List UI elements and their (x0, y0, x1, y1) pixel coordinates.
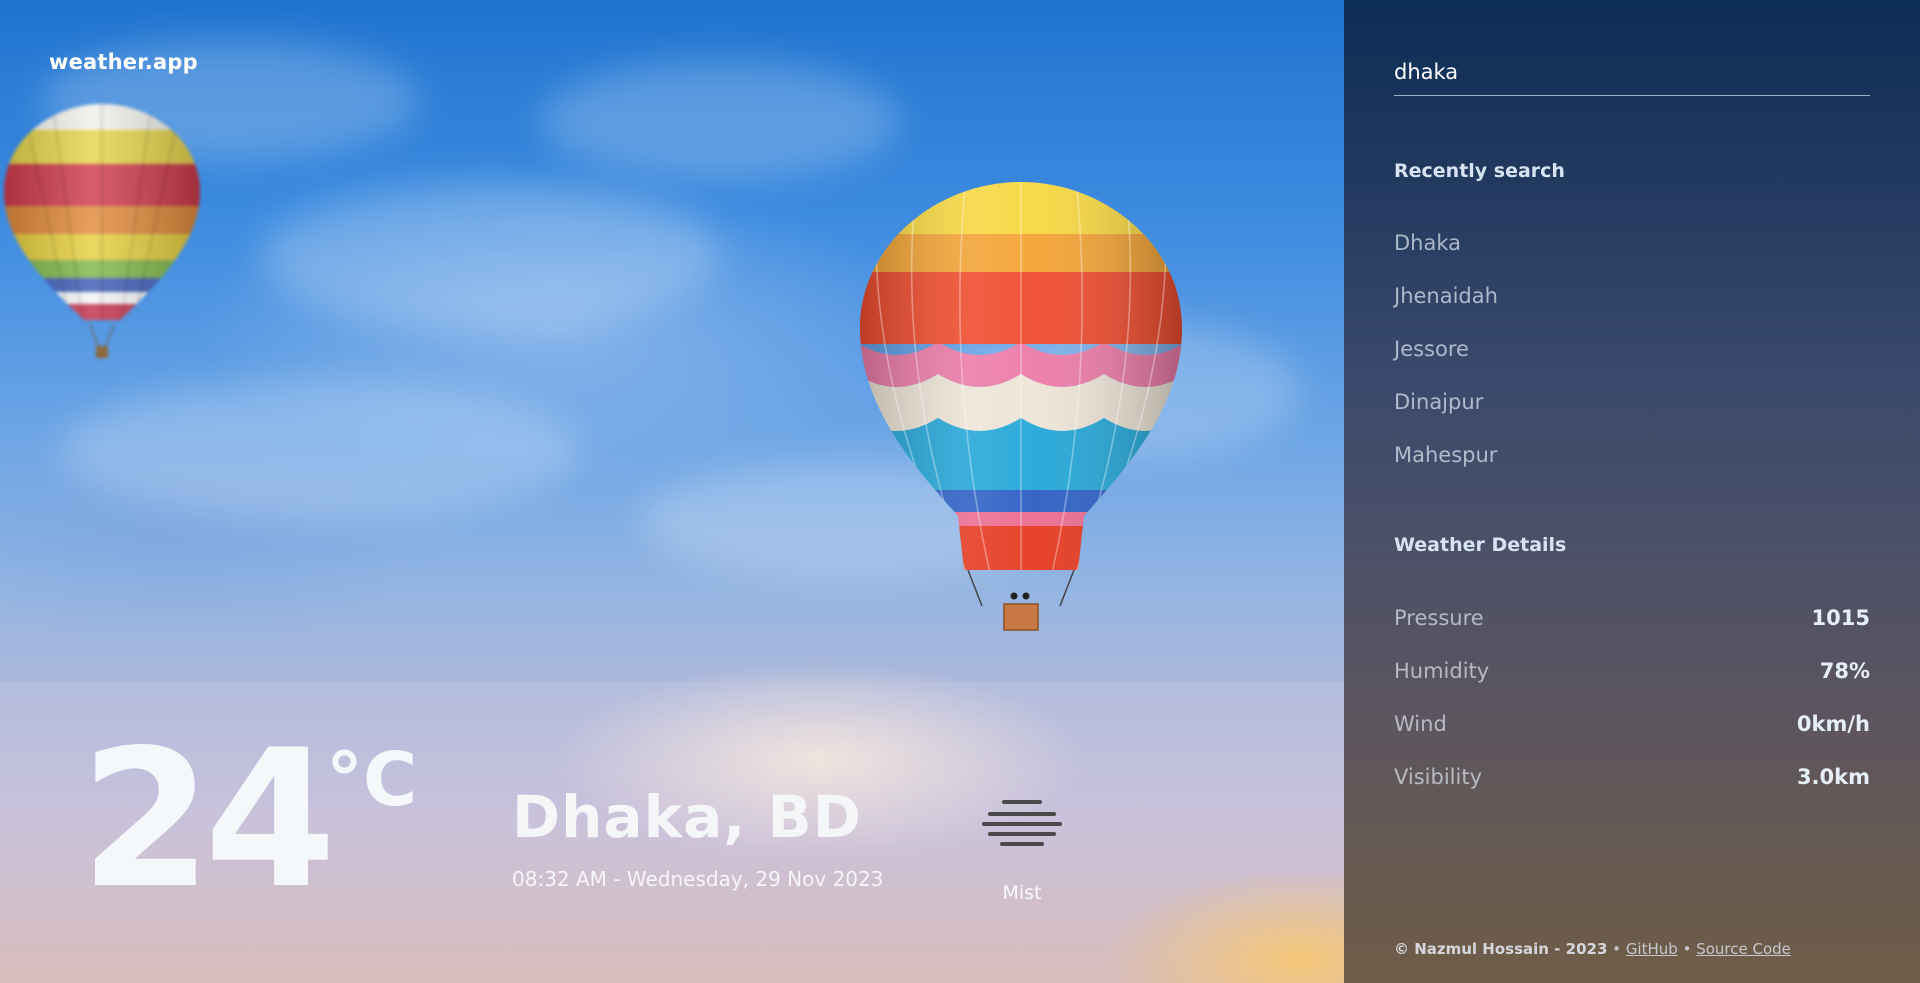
cloud-shape (60, 380, 580, 520)
recent-item-mahespur[interactable]: Mahespur (1394, 438, 1870, 491)
detail-value: 3.0km (1796, 765, 1870, 789)
hot-air-balloon-small-image (4, 104, 200, 358)
detail-row-pressure: Pressure 1015 (1394, 600, 1870, 653)
cloud-shape (540, 60, 900, 180)
detail-value: 1015 (1811, 606, 1870, 630)
city-search-input[interactable] (1394, 56, 1870, 88)
source-code-link[interactable]: Source Code (1696, 940, 1791, 958)
recent-search-list: Dhaka Jhenaidah Jessore Dinajpur Mahespu… (1394, 226, 1870, 491)
location-name: Dhaka, BD (512, 783, 862, 851)
weather-details-list: Pressure 1015 Humidity 78% Wind 0km/h Vi… (1394, 600, 1870, 812)
temperature-value: 24 (80, 709, 336, 930)
mist-icon (982, 800, 1062, 846)
detail-value: 0km/h (1796, 712, 1870, 736)
detail-label: Humidity (1394, 659, 1490, 683)
sidebar-panel: Recently search Dhaka Jhenaidah Jessore … (1344, 0, 1920, 983)
github-link[interactable]: GitHub (1626, 940, 1678, 958)
footer: © Nazmul Hossain - 2023 • GitHub • Sourc… (1394, 940, 1791, 958)
footer-separator: • (1612, 940, 1622, 958)
copyright-text: © Nazmul Hossain - 2023 (1394, 940, 1608, 958)
background-stage: weather.app 24 °C Dhaka, BD 08:32 AM - W… (0, 0, 1344, 983)
condition-label: Mist (1002, 882, 1042, 904)
recent-item-jhenaidah[interactable]: Jhenaidah (1394, 279, 1870, 332)
app-logo[interactable]: weather.app (49, 50, 198, 74)
local-datetime: 08:32 AM - Wednesday, 29 Nov 2023 (512, 867, 884, 891)
hot-air-balloon-image (860, 182, 1182, 631)
detail-label: Wind (1394, 712, 1447, 736)
detail-row-wind: Wind 0km/h (1394, 706, 1870, 759)
search-bar (1394, 56, 1870, 96)
detail-label: Pressure (1394, 606, 1484, 630)
recent-search-title: Recently search (1394, 160, 1565, 182)
detail-row-humidity: Humidity 78% (1394, 653, 1870, 706)
temperature-unit: °C (326, 737, 418, 823)
recent-item-dhaka[interactable]: Dhaka (1394, 226, 1870, 279)
recent-item-jessore[interactable]: Jessore (1394, 332, 1870, 385)
footer-separator: • (1682, 940, 1692, 958)
detail-value: 78% (1819, 659, 1870, 683)
detail-row-visibility: Visibility 3.0km (1394, 759, 1870, 812)
weather-condition: Mist (982, 796, 1062, 904)
detail-label: Visibility (1394, 765, 1483, 789)
recent-item-dinajpur[interactable]: Dinajpur (1394, 385, 1870, 438)
weather-details-title: Weather Details (1394, 534, 1567, 556)
cloud-shape (260, 180, 720, 330)
